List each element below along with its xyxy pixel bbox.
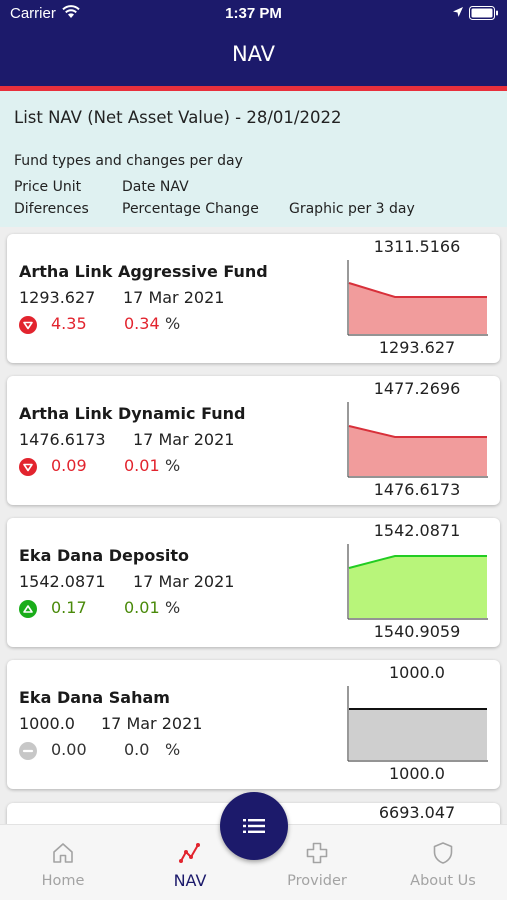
fund-diff: 0.17 bbox=[51, 598, 87, 617]
fund-name: Eka Dana Saham bbox=[19, 688, 170, 707]
pct-sign: % bbox=[165, 598, 181, 617]
tab-home-label: Home bbox=[41, 873, 85, 889]
chart-max-label: 1000.0 bbox=[389, 663, 445, 682]
info-panel: List NAV (Net Asset Value) - 28/01/2022 … bbox=[0, 91, 507, 227]
fund-mini-chart bbox=[347, 544, 488, 620]
page-title: NAV bbox=[231, 42, 276, 66]
legend-price-unit: Price Unit bbox=[14, 179, 82, 195]
pct-sign: % bbox=[165, 314, 181, 333]
fund-pct: 0.34 bbox=[124, 314, 160, 333]
shield-icon bbox=[433, 842, 453, 864]
trend-down-icon bbox=[19, 458, 37, 476]
fund-card[interactable]: Eka Dana Deposito 1542.0871 17 Mar 2021 … bbox=[7, 518, 500, 647]
tab-about-label: About Us bbox=[410, 873, 476, 889]
fund-date: 17 Mar 2021 bbox=[123, 288, 225, 307]
chart-max-label: 1542.0871 bbox=[373, 521, 461, 540]
fund-diff: 0.09 bbox=[51, 456, 87, 475]
fund-pct: 0.0 bbox=[124, 740, 150, 759]
pct-sign: % bbox=[165, 456, 181, 475]
chart-max-label: 1477.2696 bbox=[373, 379, 461, 398]
legend-date-nav: Date NAV bbox=[122, 179, 189, 195]
location-icon bbox=[453, 7, 463, 17]
legend-graphic: Graphic per 3 day bbox=[289, 201, 415, 217]
trend-up-icon bbox=[19, 600, 37, 618]
fund-name: Artha Link Dynamic Fund bbox=[19, 404, 246, 423]
fund-mini-chart bbox=[347, 402, 488, 478]
list-menu-icon bbox=[243, 819, 265, 833]
nav-chart-icon bbox=[179, 843, 200, 863]
fund-price: 1000.0 bbox=[19, 714, 75, 733]
battery-icon bbox=[469, 6, 498, 20]
chart-min-label: 1476.6173 bbox=[373, 480, 461, 499]
app-header: Carrier 1:37 PM NAV bbox=[0, 0, 507, 91]
legend-differences: Diferences bbox=[14, 201, 89, 217]
pct-sign: % bbox=[165, 740, 181, 759]
fund-card[interactable]: Artha Link Aggressive Fund 1293.627 17 M… bbox=[7, 234, 500, 363]
menu-fab-button[interactable] bbox=[220, 792, 288, 860]
info-title: List NAV (Net Asset Value) - 28/01/2022 bbox=[14, 108, 342, 127]
tab-nav-label: NAV bbox=[173, 871, 207, 890]
legend-percentage-change: Percentage Change bbox=[122, 201, 259, 217]
fund-name: Artha Link Aggressive Fund bbox=[19, 262, 268, 281]
chart-max-label: 1311.5166 bbox=[373, 237, 461, 256]
chart-min-label: 1293.627 bbox=[378, 338, 456, 357]
status-bar: Carrier 1:37 PM bbox=[0, 0, 507, 28]
fund-price: 1476.6173 bbox=[19, 430, 106, 449]
trend-down-icon bbox=[19, 316, 37, 334]
chart-min-label: 1000.0 bbox=[389, 764, 445, 783]
tab-about-us[interactable]: About Us bbox=[388, 825, 498, 900]
fund-diff: 4.35 bbox=[51, 314, 87, 333]
fund-card[interactable]: Artha Link Dynamic Fund 1476.6173 17 Mar… bbox=[7, 376, 500, 505]
tab-home[interactable]: Home bbox=[8, 825, 118, 900]
fund-price: 1542.0871 bbox=[19, 572, 106, 591]
home-icon bbox=[53, 843, 73, 863]
provider-cross-icon bbox=[306, 842, 328, 864]
fund-pct: 0.01 bbox=[124, 598, 160, 617]
status-time: 1:37 PM bbox=[225, 5, 282, 22]
trend-flat-icon bbox=[19, 742, 37, 760]
fund-name: Eka Dana Deposito bbox=[19, 546, 189, 565]
chart-min-label: 1540.9059 bbox=[373, 622, 461, 641]
fund-diff: 0.00 bbox=[51, 740, 87, 759]
tab-provider-label: Provider bbox=[287, 873, 347, 889]
fund-date: 17 Mar 2021 bbox=[133, 572, 235, 591]
fund-date: 17 Mar 2021 bbox=[101, 714, 203, 733]
info-subtitle: Fund types and changes per day bbox=[14, 153, 243, 169]
fund-mini-chart bbox=[347, 260, 488, 336]
fund-pct: 0.01 bbox=[124, 456, 160, 475]
fund-mini-chart bbox=[347, 686, 488, 762]
fund-date: 17 Mar 2021 bbox=[133, 430, 235, 449]
fund-card[interactable]: Eka Dana Saham 1000.0 17 Mar 2021 0.00 0… bbox=[7, 660, 500, 789]
fund-price: 1293.627 bbox=[19, 288, 96, 307]
chart-max-label: 6693.047 bbox=[378, 803, 456, 822]
